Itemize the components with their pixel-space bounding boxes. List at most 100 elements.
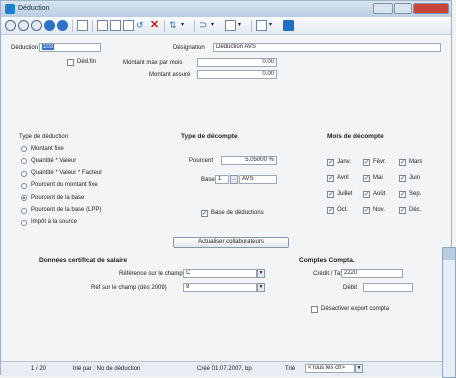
delete-icon[interactable]: ✕ — [149, 20, 160, 31]
previous-record-icon[interactable] — [18, 20, 29, 31]
undo-icon[interactable]: ↺ — [136, 20, 147, 31]
sort-icon[interactable]: ⇅ — [169, 20, 180, 31]
month-checkbox[interactable] — [327, 206, 334, 214]
month-checkbox[interactable] — [399, 174, 406, 182]
deduction-window: Déduction ↺ ✕ ⇅ ▾ ⊃ ▾ ▾ ▾ Déduction 103 — [0, 0, 452, 376]
month-checkbox[interactable] — [327, 190, 334, 198]
month-checkbox[interactable] — [399, 190, 406, 198]
ref-field-input[interactable]: C — [183, 269, 257, 278]
background-window[interactable] — [442, 247, 456, 378]
sort-dropdown-icon[interactable]: ▾ — [181, 20, 192, 31]
amount-insured-field[interactable]: 0.00 — [197, 70, 277, 79]
type-deduction-option-label: Montant fixe — [31, 145, 64, 152]
month-label: Août — [373, 191, 386, 197]
month-label: Sep. — [409, 191, 422, 197]
new-icon[interactable] — [97, 20, 108, 31]
debit-field[interactable] — [363, 283, 413, 292]
print-dropdown-icon[interactable]: ▾ — [269, 20, 280, 31]
save-icon[interactable] — [123, 20, 134, 31]
toolbar: ↺ ✕ ⇅ ▾ ⊃ ▾ ▾ ▾ — [1, 17, 451, 35]
debit-label: Débit — [343, 285, 358, 291]
month-checkbox[interactable] — [363, 158, 370, 166]
base-number-field[interactable]: 1 — [215, 175, 229, 184]
month-checkbox[interactable] — [399, 206, 406, 214]
type-decompte-title: Type de décompte — [181, 133, 238, 140]
deduction-final-label: Déd.fin — [77, 59, 97, 65]
comptes-title: Comptes Compta. — [299, 257, 355, 264]
mois-decompte-title: Mois de décompte — [327, 133, 384, 140]
amount-max-label: Montant max par mois — [123, 60, 183, 66]
deduction-number-field[interactable]: 103 — [39, 43, 101, 52]
record-counter: 1 / 20 — [31, 366, 47, 372]
percent-field[interactable]: 5.05000 % — [221, 156, 277, 165]
type-deduction-option-label: Pourcent de la base — [31, 194, 85, 201]
ref-field-dropdown-icon[interactable]: ▼ — [257, 269, 265, 278]
month-checkbox[interactable] — [327, 158, 334, 166]
type-deduction-option-label: Pourcent de la base (LPP) — [31, 207, 102, 213]
type-deduction-radio[interactable] — [21, 195, 27, 202]
copy-icon[interactable] — [110, 20, 121, 31]
percent-label: Pourcent — [189, 158, 214, 164]
last-record-icon[interactable] — [57, 20, 68, 31]
ref-field-label: Référence sur le champ — [119, 271, 183, 277]
amount-max-field[interactable]: 0.00 — [197, 58, 277, 67]
designation-label: Désignation — [173, 45, 205, 51]
table-icon[interactable] — [77, 20, 88, 31]
amount-insured-label: Montant assuré — [149, 72, 191, 78]
minimize-button[interactable] — [373, 3, 393, 14]
month-label: Oct. — [337, 207, 349, 213]
export-disable-checkbox[interactable] — [311, 306, 318, 313]
filter-dropdown-icon[interactable]: ▾ — [211, 20, 222, 31]
type-deduction-radio[interactable] — [21, 146, 27, 152]
month-checkbox[interactable] — [363, 206, 370, 214]
print-icon[interactable] — [256, 20, 267, 31]
ref2-field-label: Réf sur le champ (dès 2009) — [91, 285, 167, 291]
sort-status: trié par : No de déduction — [73, 366, 141, 372]
report-dropdown-icon[interactable]: ▾ — [238, 20, 249, 31]
base-name-field: AVS — [239, 175, 277, 184]
app-icon — [5, 4, 15, 14]
maximize-button[interactable] — [394, 3, 412, 14]
report-icon[interactable] — [225, 20, 236, 31]
month-checkbox[interactable] — [399, 158, 406, 166]
month-label: Déc. — [409, 207, 422, 213]
filter-select-dropdown-icon[interactable]: ▼ — [355, 364, 363, 373]
first-record-icon[interactable] — [5, 20, 16, 31]
status-bar: 1 / 20 trié par : No de déduction Créé 0… — [1, 361, 451, 376]
credit-field[interactable]: 2220 — [341, 269, 403, 278]
type-deduction-radio[interactable] — [21, 182, 27, 189]
stop-icon[interactable] — [31, 20, 42, 31]
base-label: Base — [201, 177, 215, 183]
month-checkbox[interactable] — [363, 174, 370, 182]
ref2-field-input[interactable]: 9 — [183, 283, 257, 292]
type-deduction-option-label: Quantité * Valeur — [31, 157, 77, 164]
month-label: Mars — [409, 159, 423, 165]
base-deductions-checkbox[interactable] — [201, 209, 208, 217]
month-checkbox[interactable] — [327, 174, 334, 182]
deduction-number-value: 103 — [42, 44, 55, 50]
update-collaborators-button[interactable]: Actualiser collaborateurs — [173, 237, 289, 248]
filter-icon[interactable]: ⊃ — [199, 20, 210, 31]
month-checkbox[interactable] — [363, 190, 370, 198]
type-deduction-radio[interactable] — [21, 207, 27, 214]
help-icon[interactable] — [283, 20, 294, 31]
month-label: Févr. — [373, 159, 387, 165]
month-label: Janv. — [337, 159, 351, 165]
month-label: Juillet — [337, 191, 353, 197]
title-bar: Déduction — [1, 1, 451, 17]
deduction-final-checkbox[interactable] — [67, 59, 74, 66]
ref2-field-dropdown-icon[interactable]: ▼ — [257, 283, 265, 292]
type-deduction-title: Type de déduction — [19, 134, 69, 140]
designation-field[interactable]: Déduction AVS — [213, 43, 441, 52]
type-deduction-radio[interactable] — [21, 170, 27, 177]
deduction-label: Déduction — [11, 45, 39, 51]
filter-select[interactable]: <Tous les ch> — [305, 364, 355, 373]
next-record-icon[interactable] — [44, 20, 55, 31]
type-deduction-option-label: Quantité * Valeur * Facteur — [31, 170, 103, 177]
type-deduction-radio[interactable] — [21, 158, 27, 165]
type-deduction-radio[interactable] — [21, 219, 27, 226]
close-button[interactable] — [413, 3, 449, 14]
certificat-title: Données certificat de salaire — [39, 257, 128, 264]
created-status: Créé 01.07.2007, bp — [197, 366, 252, 372]
base-lookup-button[interactable]: … — [230, 175, 238, 184]
